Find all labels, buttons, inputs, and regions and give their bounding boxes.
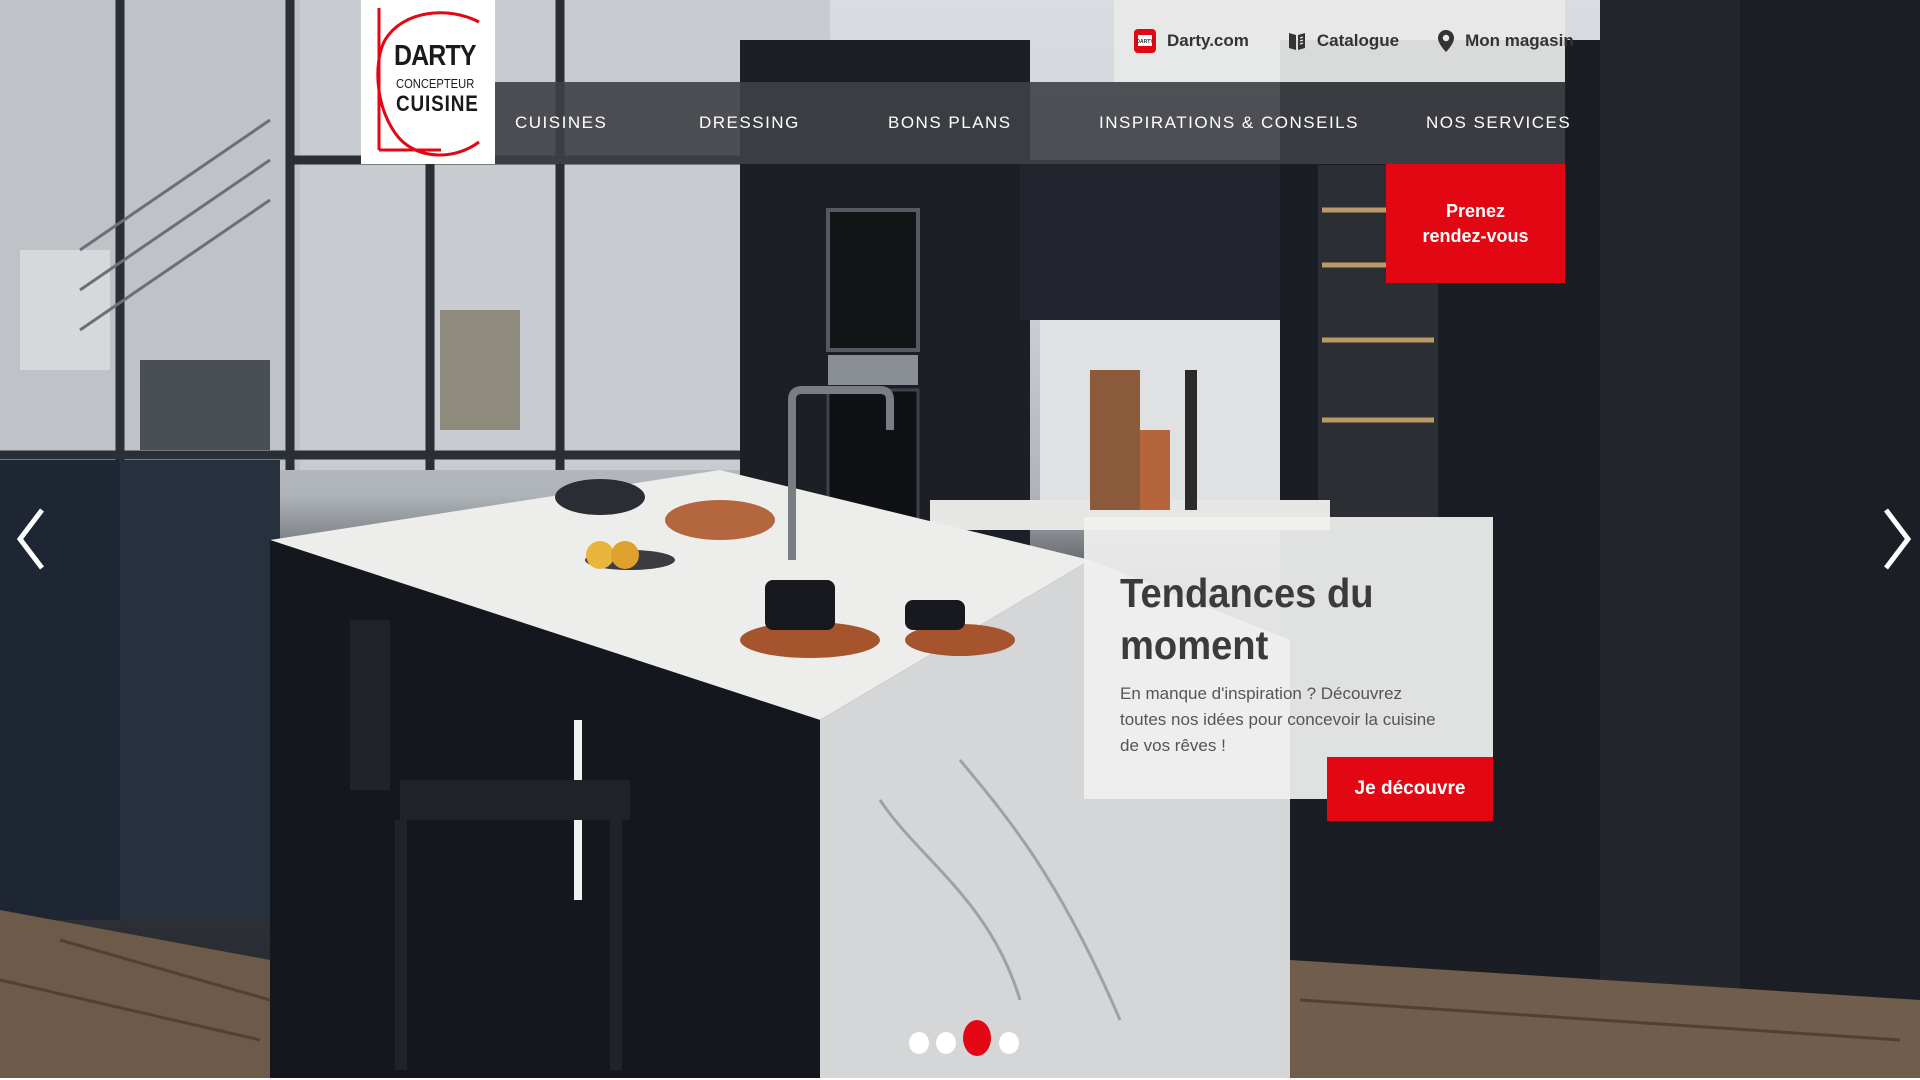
carousel-dot-3-active[interactable] bbox=[963, 1020, 991, 1056]
logo-text-concepteur: CONCEPTEUR bbox=[396, 76, 475, 91]
utility-nav: DARTY Darty.com Catalogue Mon magasin bbox=[1114, 0, 1574, 82]
logo-text-cuisine: CUISINE bbox=[396, 91, 479, 116]
promo-title: Tendances du moment bbox=[1120, 570, 1374, 668]
nav-item-nos-services[interactable]: NOS SERVICES bbox=[1426, 113, 1571, 133]
nav-item-bons-plans[interactable]: BONS PLANS bbox=[888, 113, 1012, 133]
carousel-dot-4[interactable] bbox=[999, 1032, 1019, 1054]
nav-item-dressing[interactable]: DRESSING bbox=[699, 113, 800, 133]
carousel-dot-2[interactable] bbox=[936, 1032, 956, 1054]
darty-logo-icon: DARTY bbox=[1133, 28, 1157, 54]
carousel-prev-button[interactable] bbox=[12, 504, 52, 574]
promo-description: En manque d'inspiration ? Découvrez tout… bbox=[1120, 684, 1436, 755]
chevron-right-icon bbox=[1884, 508, 1912, 570]
book-icon bbox=[1287, 30, 1307, 52]
catalogue-label: Catalogue bbox=[1316, 31, 1400, 50]
appointment-button[interactable]: Prenez rendez-vous bbox=[1386, 164, 1565, 283]
svg-text:DARTY: DARTY bbox=[1136, 39, 1154, 45]
chevron-left-icon bbox=[16, 508, 44, 570]
mon-magasin-link[interactable]: Mon magasin bbox=[1437, 29, 1574, 53]
discover-button[interactable]: Je découvre bbox=[1327, 757, 1493, 821]
catalogue-link[interactable]: Catalogue bbox=[1287, 30, 1399, 52]
darty-logo[interactable]: DARTY CONCEPTEUR CUISINE bbox=[361, 0, 495, 164]
darty-com-label: Darty.com bbox=[1167, 31, 1249, 50]
carousel-next-button[interactable] bbox=[1876, 504, 1916, 574]
appointment-label-line1: Prenez bbox=[1445, 200, 1506, 221]
nav-item-inspirations[interactable]: INSPIRATIONS & CONSEILS bbox=[1099, 113, 1359, 133]
nav-item-cuisines[interactable]: CUISINES bbox=[515, 113, 607, 133]
mon-magasin-label: Mon magasin bbox=[1465, 31, 1574, 50]
darty-com-link[interactable]: DARTY Darty.com bbox=[1133, 28, 1249, 54]
location-pin-icon bbox=[1437, 29, 1455, 53]
carousel-dot-1[interactable] bbox=[909, 1032, 929, 1054]
appointment-label-line2: rendez-vous bbox=[1422, 225, 1529, 246]
logo-text-darty: DARTY bbox=[394, 40, 476, 72]
main-nav: CUISINES DRESSING BONS PLANS INSPIRATION… bbox=[495, 82, 1570, 164]
